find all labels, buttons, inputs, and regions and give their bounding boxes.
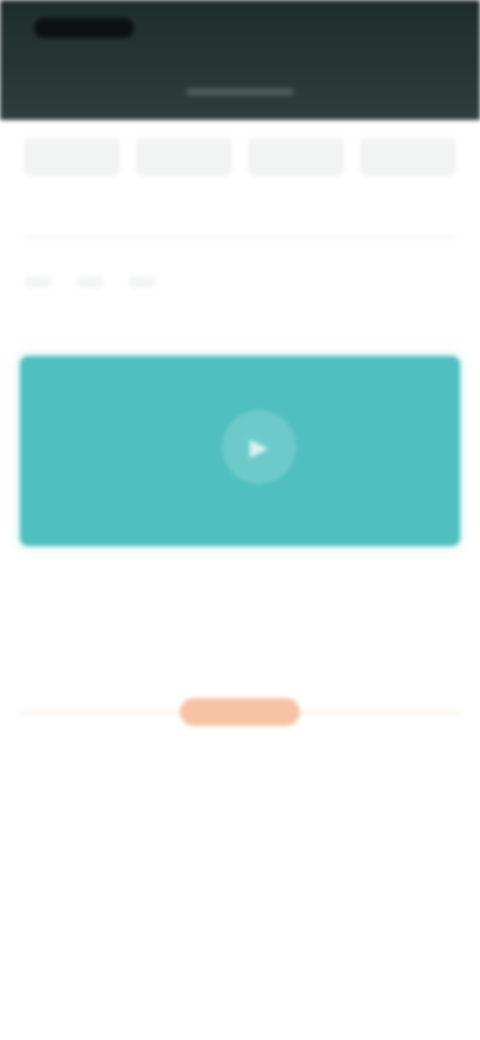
filter-chip-1[interactable] xyxy=(24,276,52,288)
filter-row xyxy=(24,276,156,288)
tab-4[interactable] xyxy=(360,138,456,176)
title-underline xyxy=(186,88,294,96)
tab-3[interactable] xyxy=(248,138,344,176)
tab-2[interactable] xyxy=(136,138,232,176)
status-time xyxy=(34,18,134,38)
play-button[interactable]: ▶ xyxy=(222,410,296,484)
header-bar xyxy=(0,0,480,120)
filter-chip-3[interactable] xyxy=(128,276,156,288)
play-icon: ▶ xyxy=(249,433,269,461)
tab-1[interactable] xyxy=(24,138,120,176)
filter-chip-2[interactable] xyxy=(76,276,104,288)
tab-bar xyxy=(24,138,456,182)
app-screen: ▶ xyxy=(0,0,480,1040)
primary-action-button[interactable] xyxy=(180,698,300,726)
media-card[interactable]: ▶ xyxy=(20,356,460,546)
divider xyxy=(24,236,456,238)
